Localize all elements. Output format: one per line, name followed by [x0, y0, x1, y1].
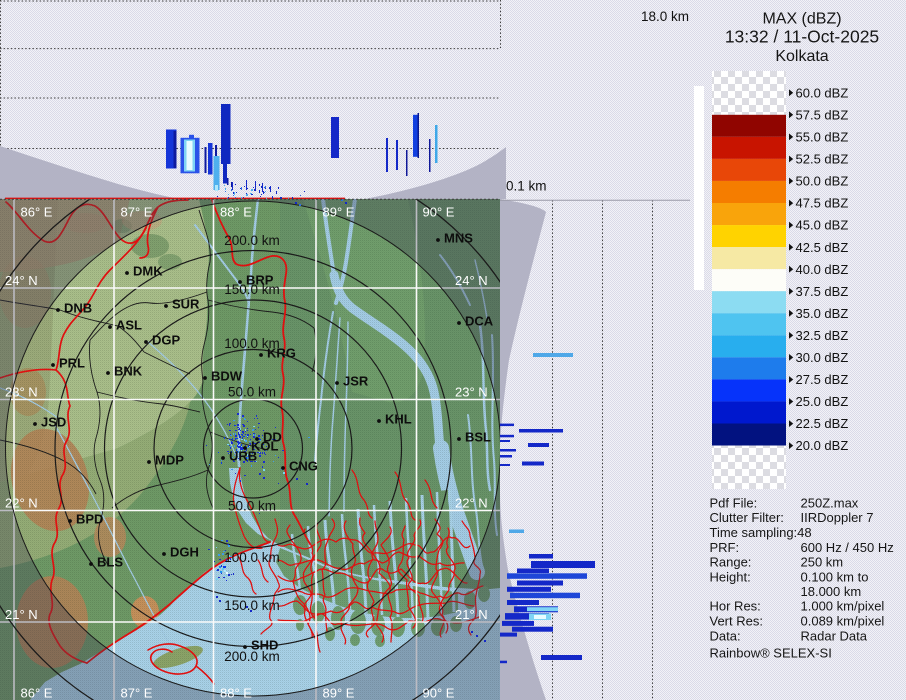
svg-text:Pdf File:: Pdf File: [710, 496, 758, 511]
svg-text:87° E: 87° E [121, 686, 153, 700]
svg-text:25.0 dBZ: 25.0 dBZ [796, 394, 849, 409]
svg-text:Range:: Range: [710, 555, 752, 570]
svg-text:BSL: BSL [465, 430, 491, 445]
svg-text:KRG: KRG [267, 346, 296, 361]
svg-text:57.5 dBZ: 57.5 dBZ [796, 107, 849, 122]
svg-text:45.0 dBZ: 45.0 dBZ [796, 218, 849, 233]
svg-text:BDW: BDW [211, 369, 243, 384]
svg-text:22° N: 22° N [5, 496, 38, 511]
svg-text:37.5 dBZ: 37.5 dBZ [796, 284, 849, 299]
svg-text:Hor Res:: Hor Res: [710, 599, 761, 614]
svg-text:250 km: 250 km [801, 555, 844, 570]
svg-text:BLS: BLS [97, 555, 123, 570]
svg-text:150.0 km: 150.0 km [224, 598, 280, 613]
svg-text:DGH: DGH [170, 545, 199, 560]
svg-text:MDP: MDP [155, 453, 184, 468]
svg-text:20.0 dBZ: 20.0 dBZ [796, 438, 849, 453]
svg-text:DGP: DGP [152, 333, 181, 348]
svg-text:250Z.max: 250Z.max [801, 496, 859, 511]
svg-text:Radar Data: Radar Data [801, 629, 868, 644]
svg-text:22.5 dBZ: 22.5 dBZ [796, 416, 849, 431]
svg-text:0.089 km/pixel: 0.089 km/pixel [801, 614, 885, 629]
svg-text:URB: URB [229, 449, 257, 464]
svg-text:32.5 dBZ: 32.5 dBZ [796, 328, 849, 343]
svg-text:100.0 km: 100.0 km [224, 550, 280, 565]
svg-text:86° E: 86° E [21, 686, 53, 700]
svg-text:13:32 / 11-Oct-2025: 13:32 / 11-Oct-2025 [725, 27, 879, 47]
svg-text:40.0 dBZ: 40.0 dBZ [796, 262, 849, 277]
svg-text:PRF:: PRF: [710, 540, 740, 555]
svg-text:CNG: CNG [289, 459, 318, 474]
svg-text:23° N: 23° N [5, 385, 38, 400]
svg-text:Time sampling:48: Time sampling:48 [710, 525, 812, 540]
svg-text:35.0 dBZ: 35.0 dBZ [796, 306, 849, 321]
svg-text:600 Hz / 450 Hz: 600 Hz / 450 Hz [801, 540, 894, 555]
svg-text:42.5 dBZ: 42.5 dBZ [796, 240, 849, 255]
svg-text:88° E: 88° E [220, 205, 252, 220]
svg-text:MAX (dBZ): MAX (dBZ) [762, 11, 841, 28]
svg-text:SUR: SUR [172, 297, 200, 312]
svg-text:200.0 km: 200.0 km [224, 233, 280, 248]
svg-text:Vert Res:: Vert Res: [710, 614, 763, 629]
svg-text:50.0 dBZ: 50.0 dBZ [796, 174, 849, 189]
svg-text:89° E: 89° E [323, 205, 355, 220]
svg-text:0.1 km: 0.1 km [506, 179, 547, 194]
svg-text:Clutter Filter:: Clutter Filter: [710, 510, 784, 525]
svg-text:21° N: 21° N [455, 607, 488, 622]
svg-text:47.5 dBZ: 47.5 dBZ [796, 196, 849, 211]
svg-text:27.5 dBZ: 27.5 dBZ [796, 372, 849, 387]
svg-text:DNB: DNB [64, 301, 92, 316]
svg-text:ASL: ASL [116, 318, 142, 333]
svg-text:DMK: DMK [133, 264, 163, 279]
svg-text:89° E: 89° E [323, 686, 355, 700]
svg-text:Height:: Height: [710, 570, 751, 585]
svg-text:55.0 dBZ: 55.0 dBZ [796, 130, 849, 145]
svg-text:IIRDoppler 7: IIRDoppler 7 [801, 510, 874, 525]
svg-text:18.000 km: 18.000 km [801, 584, 862, 599]
svg-text:PRL: PRL [59, 356, 85, 371]
svg-text:86° E: 86° E [21, 205, 53, 220]
svg-text:87° E: 87° E [121, 205, 153, 220]
svg-text:24° N: 24° N [455, 273, 488, 288]
svg-text:90° E: 90° E [423, 686, 455, 700]
svg-text:50.0 km: 50.0 km [228, 499, 276, 514]
svg-text:88° E: 88° E [220, 686, 252, 700]
svg-text:52.5 dBZ: 52.5 dBZ [796, 152, 849, 167]
svg-text:30.0 dBZ: 30.0 dBZ [796, 350, 849, 365]
svg-text:BPD: BPD [76, 512, 103, 527]
svg-text:Data:: Data: [710, 629, 741, 644]
svg-text:Kolkata: Kolkata [775, 48, 828, 65]
svg-text:18.0 km: 18.0 km [641, 9, 689, 24]
svg-text:BNK: BNK [114, 364, 143, 379]
svg-text:50.0 km: 50.0 km [228, 385, 276, 400]
svg-text:BRP: BRP [246, 273, 274, 288]
svg-text:22° N: 22° N [455, 496, 488, 511]
svg-text:60.0 dBZ: 60.0 dBZ [796, 85, 849, 100]
svg-text:1.000 km/pixel: 1.000 km/pixel [801, 599, 885, 614]
svg-text:23° N: 23° N [455, 385, 488, 400]
svg-text:JSD: JSD [41, 415, 66, 430]
svg-text:0.100 km to: 0.100 km to [801, 570, 869, 585]
svg-text:24° N: 24° N [5, 273, 38, 288]
svg-text:MNS: MNS [444, 231, 473, 246]
svg-text:JSR: JSR [343, 374, 369, 389]
svg-text:SHD: SHD [251, 638, 278, 653]
svg-text:Rainbow® SELEX-SI: Rainbow® SELEX-SI [710, 646, 832, 661]
svg-text:DCA: DCA [465, 314, 494, 329]
svg-text:21° N: 21° N [5, 607, 38, 622]
svg-text:90° E: 90° E [423, 205, 455, 220]
svg-text:KHL: KHL [385, 412, 412, 427]
